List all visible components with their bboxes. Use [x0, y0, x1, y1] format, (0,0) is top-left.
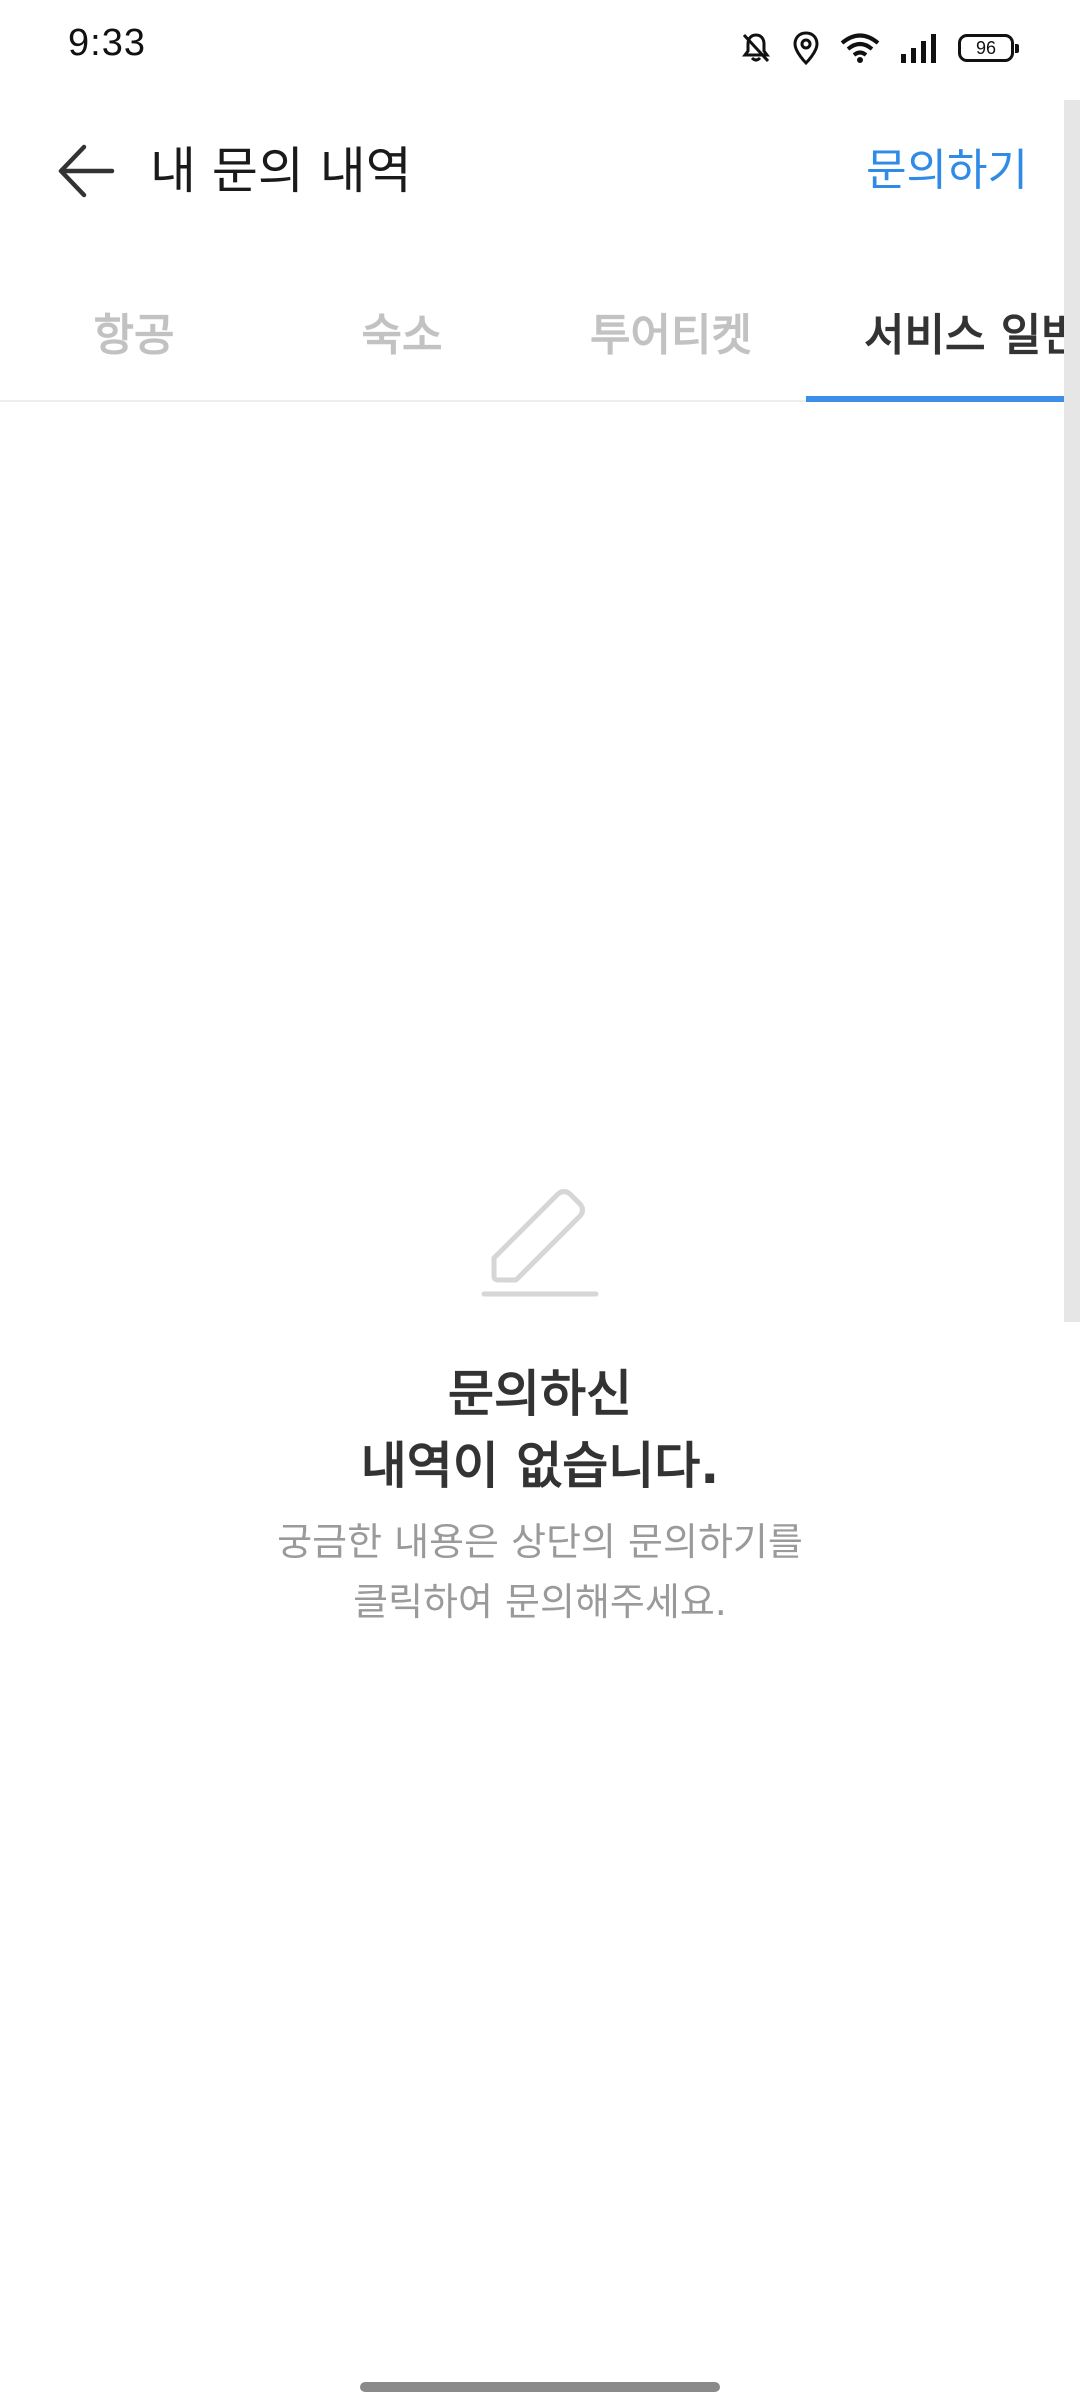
screen: 9:33 96 내 문의 내역 문의하기 항공 숙소 투어티켓 서비스 일반 문…	[0, 0, 1080, 2400]
tab-tour-ticket[interactable]: 투어티켓	[536, 262, 806, 400]
back-button[interactable]	[46, 136, 126, 206]
empty-desc-line2: 클릭하여 문의해주세요.	[353, 1580, 727, 1624]
home-indicator[interactable]	[360, 2382, 720, 2392]
empty-description: 궁금한 내용은 상단의 문의하기를 클릭하여 문의해주세요.	[0, 1512, 1080, 1632]
status-icons: 96	[740, 26, 1019, 70]
page-title: 내 문의 내역	[150, 142, 412, 200]
tab-active-indicator	[806, 396, 1080, 402]
empty-title-line2: 내역이 없습니다.	[360, 1437, 720, 1495]
status-time: 9:33	[68, 22, 146, 64]
inquire-button[interactable]: 문의하기	[866, 140, 1028, 202]
bell-off-icon	[740, 31, 772, 65]
pencil-icon	[480, 1180, 600, 1300]
wifi-icon	[840, 32, 880, 64]
empty-title-line1: 문의하신	[448, 1365, 632, 1423]
battery-icon: 96	[958, 34, 1019, 62]
tab-flight[interactable]: 항공	[0, 262, 268, 400]
location-icon	[792, 31, 820, 65]
scrollbar[interactable]	[1064, 100, 1080, 1322]
empty-desc-line1: 궁금한 내용은 상단의 문의하기를	[277, 1520, 803, 1564]
arrow-left-icon	[58, 144, 115, 198]
category-tabs: 항공 숙소 투어티켓 서비스 일반	[0, 262, 1080, 402]
app-header: 내 문의 내역 문의하기	[0, 96, 1080, 246]
empty-title: 문의하신 내역이 없습니다.	[0, 1358, 1080, 1502]
signal-icon	[900, 32, 938, 64]
tab-accommodation[interactable]: 숙소	[268, 262, 536, 400]
status-bar: 9:33 96	[0, 0, 1080, 96]
tab-service-general[interactable]: 서비스 일반	[806, 262, 1080, 400]
